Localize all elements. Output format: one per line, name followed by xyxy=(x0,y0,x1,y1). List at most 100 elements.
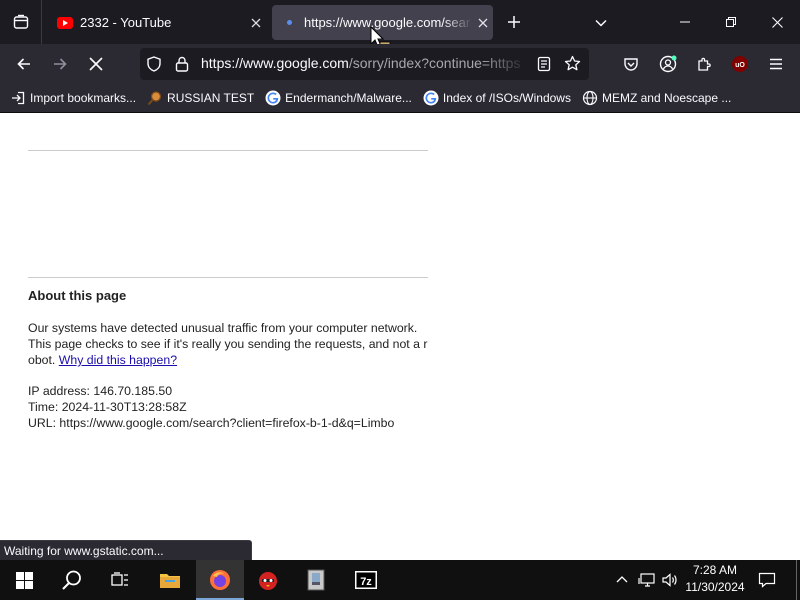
action-center-button[interactable] xyxy=(752,560,782,600)
tab-bar: 2332 - YouTube https://www.google.com/se… xyxy=(0,0,800,55)
restore-button[interactable] xyxy=(708,0,754,44)
firefox-icon xyxy=(210,570,230,590)
task-view-icon xyxy=(111,572,128,586)
status-panel: Waiting for www.gstatic.com... xyxy=(0,540,252,560)
bookmark-russian-test[interactable]: RUSSIAN TEST xyxy=(147,90,254,106)
start-button[interactable] xyxy=(0,560,48,600)
app-taskbar-button-archive[interactable] xyxy=(292,560,340,600)
reader-view-button[interactable] xyxy=(537,56,551,77)
url-path: /sorry/index?continue=https xyxy=(348,55,521,71)
tab-youtube[interactable]: 2332 - YouTube xyxy=(48,5,266,40)
shield-icon xyxy=(147,56,161,72)
divider xyxy=(28,150,428,151)
chevron-down-icon xyxy=(595,19,607,27)
account-button[interactable] xyxy=(654,50,682,78)
bookmark-label: RUSSIAN TEST xyxy=(167,91,255,105)
chevron-up-icon xyxy=(616,576,628,583)
loading-dot-icon xyxy=(281,15,297,31)
puzzle-icon xyxy=(698,57,711,71)
restore-icon xyxy=(726,17,736,27)
stop-button[interactable] xyxy=(82,50,110,78)
bookmarks-toolbar: Import bookmarks... RUSSIAN TEST Enderma… xyxy=(0,84,800,113)
show-desktop-button[interactable] xyxy=(796,560,797,600)
pocket-button[interactable] xyxy=(617,50,645,78)
tab-close-button[interactable] xyxy=(473,13,493,33)
address-bar[interactable]: https://www.google.com/sorry/index?conti… xyxy=(140,48,589,80)
bookmark-endermanch[interactable]: Endermanch/Malware... xyxy=(265,90,412,106)
file-explorer-button[interactable] xyxy=(146,560,194,600)
network-tray-icon[interactable] xyxy=(636,560,658,600)
close-icon xyxy=(251,18,261,27)
minimize-button[interactable] xyxy=(662,0,708,44)
task-view-button[interactable] xyxy=(96,560,144,600)
new-tab-button[interactable] xyxy=(503,12,525,34)
svg-text:uO: uO xyxy=(735,62,745,69)
page-content: About this page Our systems have detecte… xyxy=(0,113,800,560)
bookmark-label: Index of /ISOs/Windows xyxy=(442,91,571,105)
lock-icon xyxy=(175,56,189,72)
bookmark-index-isos[interactable]: Index of /ISOs/Windows xyxy=(423,90,571,106)
7zip-taskbar-button[interactable]: 7z xyxy=(342,560,390,600)
reader-view-icon xyxy=(537,56,551,72)
back-button[interactable] xyxy=(10,50,38,78)
bookmark-memz[interactable]: MEMZ and Noescape ... xyxy=(582,90,731,106)
globe-icon xyxy=(582,90,598,106)
red-bird-app-icon xyxy=(259,572,277,590)
close-icon xyxy=(771,16,783,28)
youtube-icon xyxy=(57,16,73,29)
bookmark-label: Endermanch/Malware... xyxy=(285,91,412,105)
hamburger-menu-icon xyxy=(770,58,782,70)
windows-taskbar: 7z 7:28 AM 11/30/2024 xyxy=(0,560,800,600)
site-info-lock[interactable] xyxy=(175,56,189,77)
bookmark-label: MEMZ and Noescape ... xyxy=(601,91,732,105)
network-icon xyxy=(638,573,655,587)
volume-tray-icon[interactable] xyxy=(659,560,681,600)
close-window-button[interactable] xyxy=(754,0,800,44)
plus-icon xyxy=(508,16,520,28)
forward-button[interactable] xyxy=(46,50,74,78)
account-icon xyxy=(659,55,677,73)
url-line: URL: https://www.google.com/search?clien… xyxy=(28,416,395,430)
google-icon xyxy=(423,90,439,106)
stop-icon xyxy=(89,57,103,71)
ublock-icon: uO xyxy=(732,56,748,72)
minimize-icon xyxy=(680,21,690,23)
folder-icon xyxy=(160,574,180,588)
speaker-icon xyxy=(662,573,677,587)
url-text[interactable]: https://www.google.com/sorry/index?conti… xyxy=(201,55,529,71)
windows-logo-icon xyxy=(15,571,33,589)
list-all-tabs-button[interactable] xyxy=(590,12,612,34)
notification-icon xyxy=(758,572,776,588)
7zip-icon: 7z xyxy=(355,571,377,589)
tracking-protection-icon[interactable] xyxy=(146,56,162,77)
firefox-taskbar-button[interactable] xyxy=(196,560,244,600)
tab-close-button[interactable] xyxy=(246,13,266,33)
close-icon xyxy=(478,18,488,27)
ip-address-line: IP address: 146.70.185.50 xyxy=(28,384,173,398)
pocket-icon xyxy=(624,58,638,71)
app-menu-button[interactable] xyxy=(762,50,790,78)
magnifier-icon xyxy=(147,90,163,106)
why-did-this-happen-link[interactable]: Why did this happen? xyxy=(59,353,177,367)
ublock-origin-button[interactable]: uO xyxy=(726,50,754,78)
bookmark-page-button[interactable] xyxy=(564,55,581,77)
show-hidden-icons-button[interactable] xyxy=(612,560,632,600)
clock-date: 11/30/2024 xyxy=(685,580,745,594)
clock-time: 7:28 AM xyxy=(692,563,738,577)
search-icon xyxy=(62,570,81,590)
about-heading: About this page xyxy=(28,288,127,303)
divider xyxy=(28,277,428,278)
star-icon xyxy=(564,55,581,71)
firefox-view-button[interactable] xyxy=(0,0,42,44)
bookmark-import[interactable]: Import bookmarks... xyxy=(10,90,136,106)
taskbar-clock[interactable]: 7:28 AM 11/30/2024 xyxy=(680,562,750,596)
bookmark-label: Import bookmarks... xyxy=(30,91,137,105)
time-line: Time: 2024-11-30T13:28:58Z xyxy=(28,400,187,414)
url-domain: https://www.google.com xyxy=(201,55,349,71)
extensions-button[interactable] xyxy=(690,50,718,78)
unusual-traffic-message: Our systems have detected unusual traffi… xyxy=(28,320,428,368)
app-taskbar-button-angry-bird[interactable] xyxy=(244,560,292,600)
search-button[interactable] xyxy=(48,560,96,600)
google-icon xyxy=(265,90,281,106)
archive-app-icon xyxy=(307,569,325,591)
